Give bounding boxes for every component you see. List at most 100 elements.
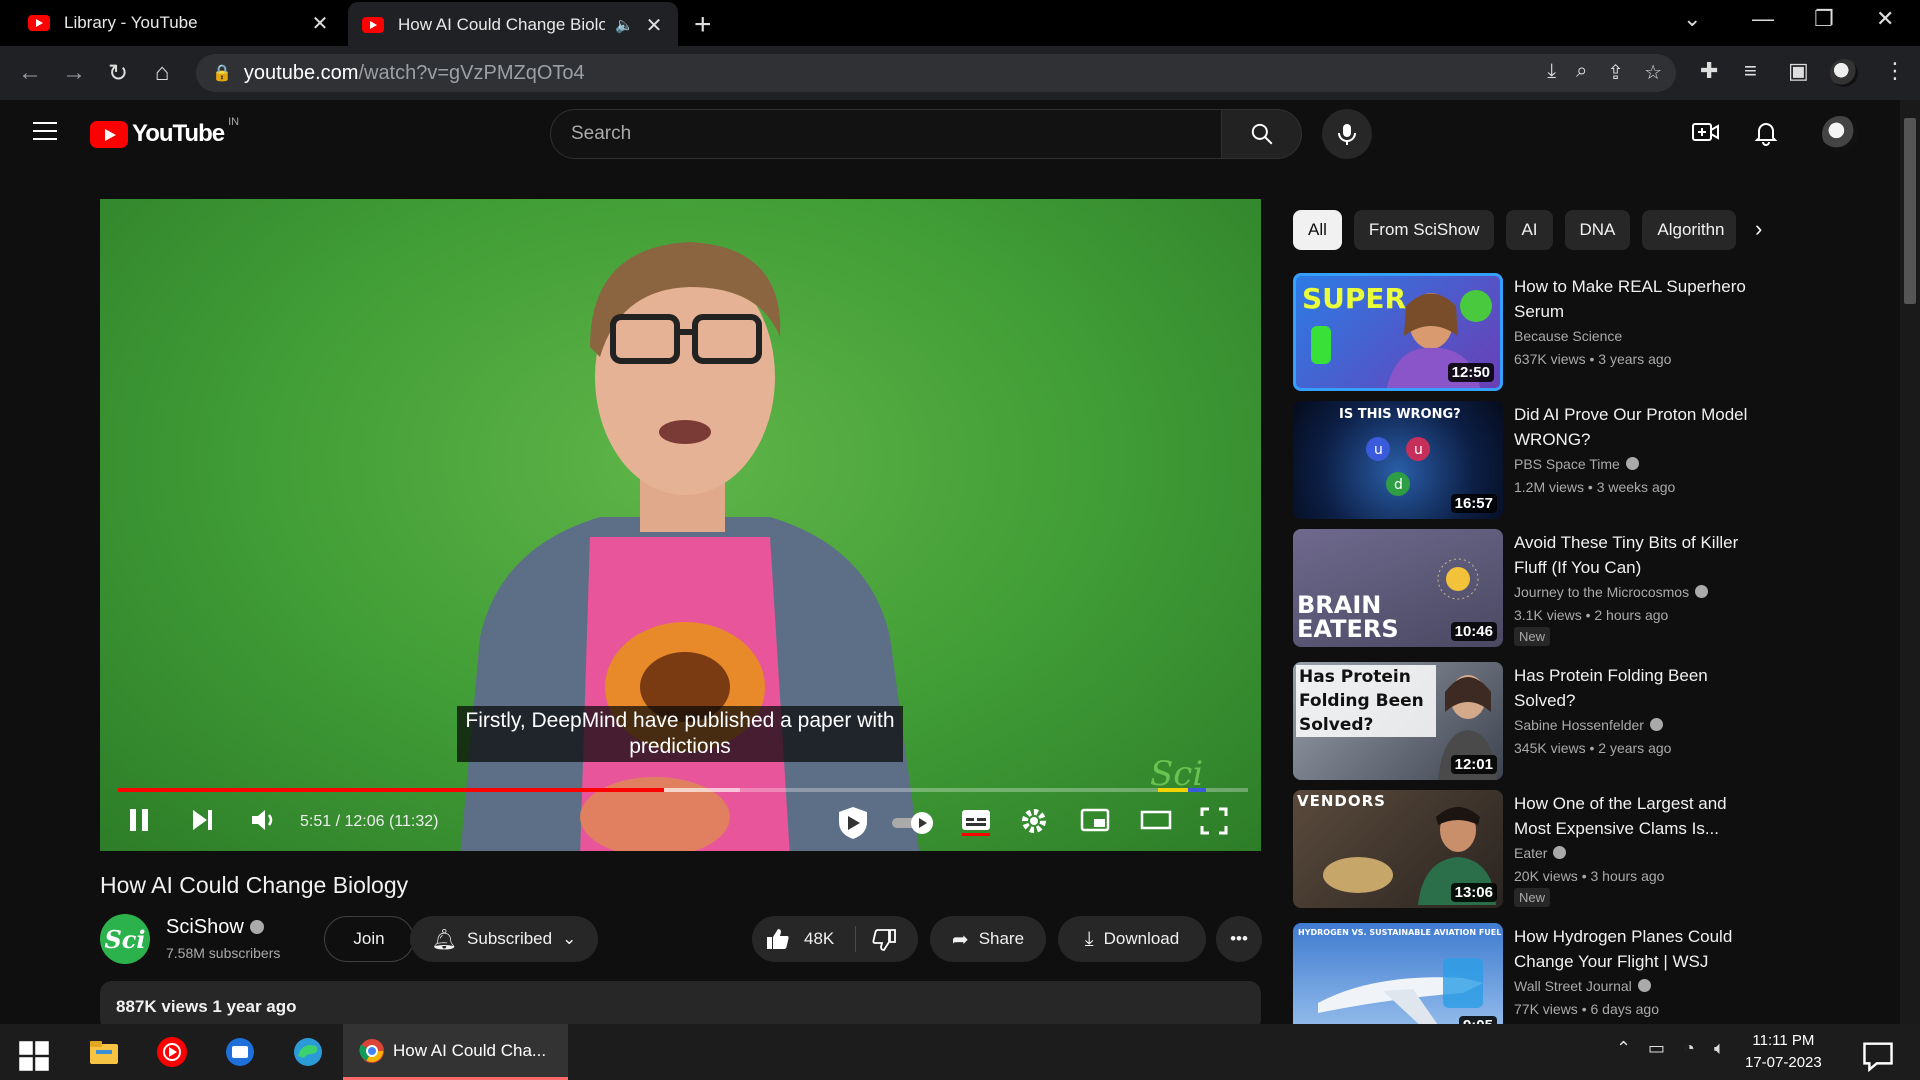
video-thumbnail[interactable]: Has Protein Folding Been Solved? 12:01 — [1293, 662, 1503, 780]
battery-icon[interactable]: ▭ — [1648, 1038, 1665, 1059]
video-thumbnail[interactable]: BRAIN EATERS 10:46 — [1293, 529, 1503, 647]
rec-channel[interactable]: Sabine Hossenfelder — [1514, 717, 1663, 733]
menu-icon[interactable] — [33, 122, 57, 140]
progress-bar[interactable] — [118, 788, 1248, 792]
search-button[interactable] — [1222, 109, 1302, 159]
dislike-button[interactable] — [872, 929, 896, 956]
close-window-icon[interactable]: ✕ — [1876, 6, 1894, 32]
fullscreen-icon[interactable] — [1200, 807, 1228, 842]
more-actions-button[interactable]: ••• — [1216, 916, 1262, 962]
recommended-video[interactable]: HYDROGEN VS. SUSTAINABLE AVIATION FUEL 9… — [1293, 923, 1753, 1024]
youtube-logo[interactable]: YouTube IN — [90, 116, 239, 148]
install-app-icon[interactable]: ⤓ — [1547, 60, 1556, 85]
chip-ai[interactable]: AI — [1506, 210, 1553, 250]
mail-app-icon[interactable] — [224, 1036, 256, 1068]
edge-browser-icon[interactable] — [292, 1036, 324, 1068]
rec-title[interactable]: How Hydrogen Planes Could Change Your Fl… — [1514, 924, 1753, 974]
miniplayer-icon[interactable] — [1080, 807, 1110, 840]
media-control-icon[interactable]: ≡ — [1744, 58, 1757, 84]
autoplay-toggle[interactable] — [890, 811, 936, 842]
rec-title[interactable]: Has Protein Folding Been Solved? — [1514, 663, 1754, 713]
rec-title[interactable]: Avoid These Tiny Bits of Killer Fluff (I… — [1514, 530, 1754, 580]
rec-title[interactable]: How to Make REAL Superhero Serum — [1514, 274, 1754, 324]
restore-icon[interactable]: ❐ — [1814, 6, 1834, 32]
recommended-video[interactable]: IS THIS WRONG? u u d 16:57 Did AI Prove Ou… — [1293, 401, 1753, 521]
chip-all[interactable]: All — [1293, 210, 1342, 250]
chip-algorithms[interactable]: Algorithn — [1642, 210, 1737, 250]
channel-name[interactable]: SciShow — [166, 916, 264, 939]
minimize-icon[interactable]: — — [1752, 6, 1774, 32]
page-scrollbar[interactable] — [1900, 100, 1920, 1024]
rec-channel-name[interactable]: Wall Street Journal — [1514, 978, 1632, 994]
chip-dna[interactable]: DNA — [1564, 210, 1631, 250]
rec-channel-name[interactable]: Because Science — [1514, 328, 1622, 344]
share-page-icon[interactable]: ⇪ — [1607, 60, 1624, 85]
recommended-video[interactable]: Has Protein Folding Been Solved? 12:01 H… — [1293, 662, 1753, 782]
rec-channel[interactable]: Wall Street Journal — [1514, 978, 1651, 994]
settings-gear-icon[interactable] — [1020, 807, 1048, 842]
next-video-icon[interactable] — [190, 807, 214, 840]
rec-title[interactable]: How One of the Largest and Most Expensiv… — [1514, 791, 1754, 841]
notifications-center-icon[interactable] — [1862, 1040, 1894, 1072]
reload-icon[interactable]: ↻ — [96, 59, 140, 88]
bookmark-star-icon[interactable]: ☆ — [1644, 60, 1662, 85]
youtube-music-icon[interactable] — [156, 1036, 188, 1068]
tab-search-icon[interactable]: ⌄ — [1683, 6, 1701, 32]
create-video-icon[interactable] — [1692, 120, 1720, 151]
download-button[interactable]: ⤓ Download — [1058, 916, 1206, 962]
rec-channel-name[interactable]: Journey to the Microcosmos — [1514, 584, 1689, 600]
rec-channel-name[interactable]: Sabine Hossenfelder — [1514, 717, 1644, 733]
taskbar-chrome-window[interactable]: How AI Could Cha... — [343, 1024, 568, 1080]
join-button[interactable]: Join — [324, 916, 414, 962]
theater-mode-icon[interactable] — [1140, 807, 1172, 840]
scrollbar-thumb[interactable] — [1904, 118, 1916, 304]
close-tab-icon[interactable]: ✕ — [310, 11, 330, 36]
zoom-icon[interactable]: ⌕ — [1576, 60, 1587, 85]
like-button[interactable]: 48K — [766, 928, 834, 950]
home-icon[interactable]: ⌂ — [140, 59, 184, 87]
account-avatar[interactable] — [1822, 116, 1858, 152]
recommended-video[interactable]: VENDORS 13:06 How One of the Largest and… — [1293, 790, 1753, 910]
voice-search-button[interactable] — [1322, 109, 1372, 159]
rec-title[interactable]: Did AI Prove Our Proton Model WRONG? — [1514, 402, 1754, 452]
rec-channel[interactable]: PBS Space Time — [1514, 456, 1639, 472]
tab-current-video[interactable]: How AI Could Change Biolog 🔈 ✕ — [348, 2, 678, 48]
video-thumbnail[interactable]: SUPER 12:50 — [1293, 273, 1503, 391]
rec-channel[interactable]: Because Science — [1514, 328, 1622, 344]
speaker-icon[interactable]: 🔈︎ — [1714, 1038, 1725, 1059]
rec-channel[interactable]: Journey to the Microcosmos — [1514, 584, 1709, 600]
wifi-icon[interactable]: ◔ — [1684, 1038, 1695, 1059]
rec-channel-name[interactable]: Eater — [1514, 845, 1547, 861]
tray-overflow-icon[interactable]: ⌃ — [1616, 1038, 1631, 1059]
chevron-right-icon[interactable]: › — [1755, 216, 1762, 242]
pause-icon[interactable] — [127, 807, 151, 840]
tab-library[interactable]: Library - YouTube ✕ — [14, 0, 344, 46]
subscribed-button[interactable]: 🔔︎ Subscribed ⌄ — [410, 916, 598, 962]
recommended-video[interactable]: SUPER 12:50 How to Make REAL Superhero S… — [1293, 273, 1753, 393]
recommended-video[interactable]: BRAIN EATERS 10:46 Avoid These Tiny Bits… — [1293, 529, 1753, 649]
new-tab-button[interactable]: + — [694, 8, 712, 42]
chip-from-scishow[interactable]: From SciShow — [1353, 210, 1495, 250]
forward-icon[interactable]: → — [52, 59, 96, 87]
close-tab-icon[interactable]: ✕ — [644, 13, 664, 38]
browser-profile-avatar[interactable] — [1830, 59, 1858, 87]
audio-playing-icon[interactable]: 🔈 — [615, 16, 634, 34]
channel-name-text[interactable]: SciShow — [166, 916, 244, 938]
sponsorblock-shield-icon[interactable] — [835, 805, 871, 848]
video-thumbnail[interactable]: IS THIS WRONG? u u d 16:57 — [1293, 401, 1503, 519]
address-bar[interactable]: 🔒 youtube.com/watch?v=gVzPMZqOTo4 ⤓ ⌕ ⇪ … — [196, 54, 1676, 92]
lock-icon[interactable]: 🔒 — [212, 63, 232, 83]
taskbar-clock[interactable]: 11:11 PM 17-07-2023 — [1745, 1030, 1822, 1074]
windows-start-icon[interactable] — [18, 1040, 50, 1072]
side-panel-icon[interactable]: ▣ — [1788, 58, 1809, 84]
video-thumbnail[interactable]: HYDROGEN VS. SUSTAINABLE AVIATION FUEL 9… — [1293, 923, 1503, 1024]
rec-channel-name[interactable]: PBS Space Time — [1514, 456, 1620, 472]
notifications-bell-icon[interactable] — [1754, 120, 1778, 153]
file-explorer-icon[interactable] — [88, 1036, 120, 1068]
volume-icon[interactable] — [250, 807, 278, 840]
channel-avatar[interactable]: Sci — [100, 914, 150, 964]
browser-menu-icon[interactable]: ⋮ — [1884, 58, 1906, 84]
video-thumbnail[interactable]: VENDORS 13:06 — [1293, 790, 1503, 908]
rec-channel[interactable]: Eater — [1514, 845, 1567, 861]
search-input[interactable]: Search — [550, 109, 1222, 159]
